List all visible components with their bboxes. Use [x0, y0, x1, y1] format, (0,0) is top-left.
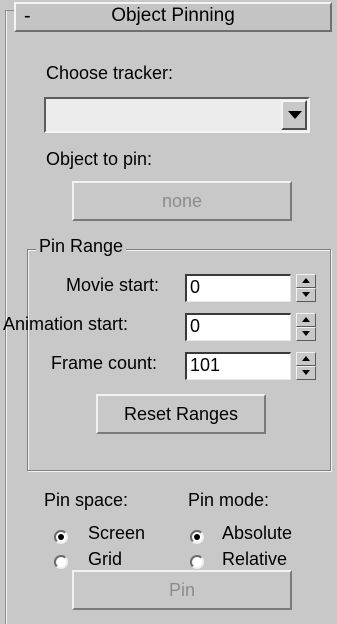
object-to-pin-button[interactable]: none [72, 181, 292, 221]
animation-start-label: Animation start: [3, 314, 129, 334]
animation-start-value: 0 [190, 316, 201, 336]
pin-space-grid-radio[interactable] [54, 555, 68, 569]
dropdown-arrow-button[interactable] [281, 100, 307, 130]
pin-button[interactable]: Pin [72, 570, 292, 610]
movie-start-label: Movie start: [66, 275, 160, 295]
pin-mode-relative-radio[interactable] [190, 555, 204, 569]
spinner-down-button[interactable] [296, 288, 316, 302]
frame-count-spinner[interactable] [296, 352, 316, 380]
arrow-down-icon [302, 331, 310, 336]
rollout-title: Object Pinning [111, 5, 235, 26]
spinner-up-button[interactable] [296, 274, 316, 288]
pin-range-group-title: Pin Range [36, 236, 127, 257]
spinner-up-button[interactable] [296, 313, 316, 327]
animation-start-input[interactable]: 0 [185, 313, 291, 341]
pin-space-screen-radio[interactable] [54, 530, 68, 544]
reset-ranges-button-label: Reset Ranges [123, 404, 239, 424]
movie-start-spinner[interactable] [296, 274, 316, 302]
arrow-up-icon [302, 317, 310, 322]
pin-space-grid-label[interactable]: Grid [88, 549, 122, 570]
pin-mode-absolute-radio[interactable] [190, 530, 204, 544]
arrow-up-icon [302, 278, 310, 283]
tracker-dropdown[interactable] [44, 97, 310, 133]
object-to-pin-label: Object to pin: [46, 149, 153, 169]
object-to-pin-button-label: none [161, 191, 203, 211]
pin-mode-absolute-label[interactable]: Absolute [222, 523, 292, 544]
pin-mode-relative-label[interactable]: Relative [222, 549, 287, 570]
movie-start-input[interactable]: 0 [185, 274, 291, 302]
frame-count-label: Frame count: [51, 353, 158, 373]
spinner-down-button[interactable] [296, 327, 316, 341]
animation-start-spinner[interactable] [296, 313, 316, 341]
chevron-down-icon [288, 111, 302, 119]
rollout-header-object-pinning[interactable]: - Object Pinning [14, 2, 332, 32]
pin-space-screen-label[interactable]: Screen [88, 523, 145, 544]
pin-button-label: Pin [168, 580, 195, 600]
arrow-down-icon [302, 370, 310, 375]
pin-space-label: Pin space: [44, 490, 129, 510]
spinner-up-button[interactable] [296, 352, 316, 366]
frame-count-value: 101 [190, 355, 221, 375]
movie-start-value: 0 [190, 277, 201, 297]
spinner-down-button[interactable] [296, 366, 316, 380]
arrow-up-icon [302, 356, 310, 361]
frame-count-input[interactable]: 101 [185, 352, 291, 380]
reset-ranges-button[interactable]: Reset Ranges [96, 394, 266, 434]
pin-mode-label: Pin mode: [188, 490, 270, 510]
arrow-down-icon [302, 292, 310, 297]
choose-tracker-label: Choose tracker: [46, 63, 174, 83]
